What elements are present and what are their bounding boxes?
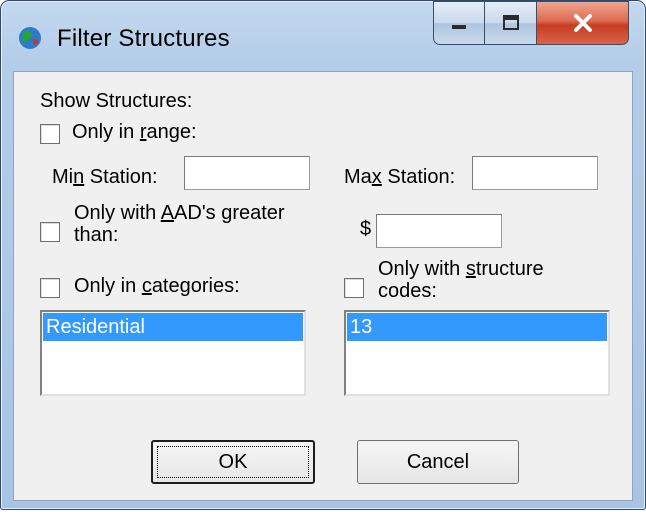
ok-button[interactable]: OK — [151, 440, 315, 484]
only-in-categories-checkbox[interactable] — [40, 278, 60, 298]
list-item-residential[interactable]: Residential — [43, 313, 303, 341]
maximize-button[interactable] — [485, 1, 537, 45]
structure-codes-label[interactable]: Only with structure codes: — [378, 258, 600, 298]
only-in-range-checkbox[interactable] — [40, 124, 60, 144]
show-structures-label: Show Structures: — [40, 90, 193, 112]
dialog-window: Filter Structures Show Structures: Only … — [0, 0, 646, 510]
cancel-button[interactable]: Cancel — [357, 440, 519, 484]
minimize-icon — [452, 25, 466, 29]
cancel-button-label: Cancel — [406, 450, 470, 473]
currency-symbol: $ — [360, 218, 372, 240]
title-bar[interactable]: Filter Structures — [1, 1, 645, 71]
only-in-range-label[interactable]: Only in range: — [72, 121, 197, 144]
minimize-button[interactable] — [433, 1, 485, 45]
list-item-code-13[interactable]: 13 — [347, 313, 607, 341]
close-button[interactable] — [537, 1, 629, 45]
dialog-body: Show Structures: Only in range: Min Stat… — [13, 71, 633, 501]
window-title: Filter Structures — [57, 25, 230, 52]
only-in-categories-label[interactable]: Only in categories: — [74, 275, 240, 298]
categories-listbox[interactable]: Residential — [40, 310, 306, 396]
min-station-input[interactable] — [184, 156, 310, 190]
structure-codes-checkbox[interactable] — [344, 278, 364, 298]
aad-greater-than-label[interactable]: Only with AAD's greater than: — [74, 202, 306, 242]
maximize-icon — [502, 15, 519, 30]
aad-amount-input[interactable] — [376, 214, 502, 248]
aad-greater-than-checkbox[interactable] — [40, 222, 60, 242]
close-icon — [573, 14, 592, 32]
min-station-label: Min Station: — [52, 166, 158, 188]
globe-icon — [19, 27, 41, 49]
structure-codes-listbox[interactable]: 13 — [344, 310, 610, 396]
focus-rectangle — [157, 446, 309, 478]
max-station-input[interactable] — [472, 156, 598, 190]
max-station-label: Max Station: — [344, 166, 456, 188]
